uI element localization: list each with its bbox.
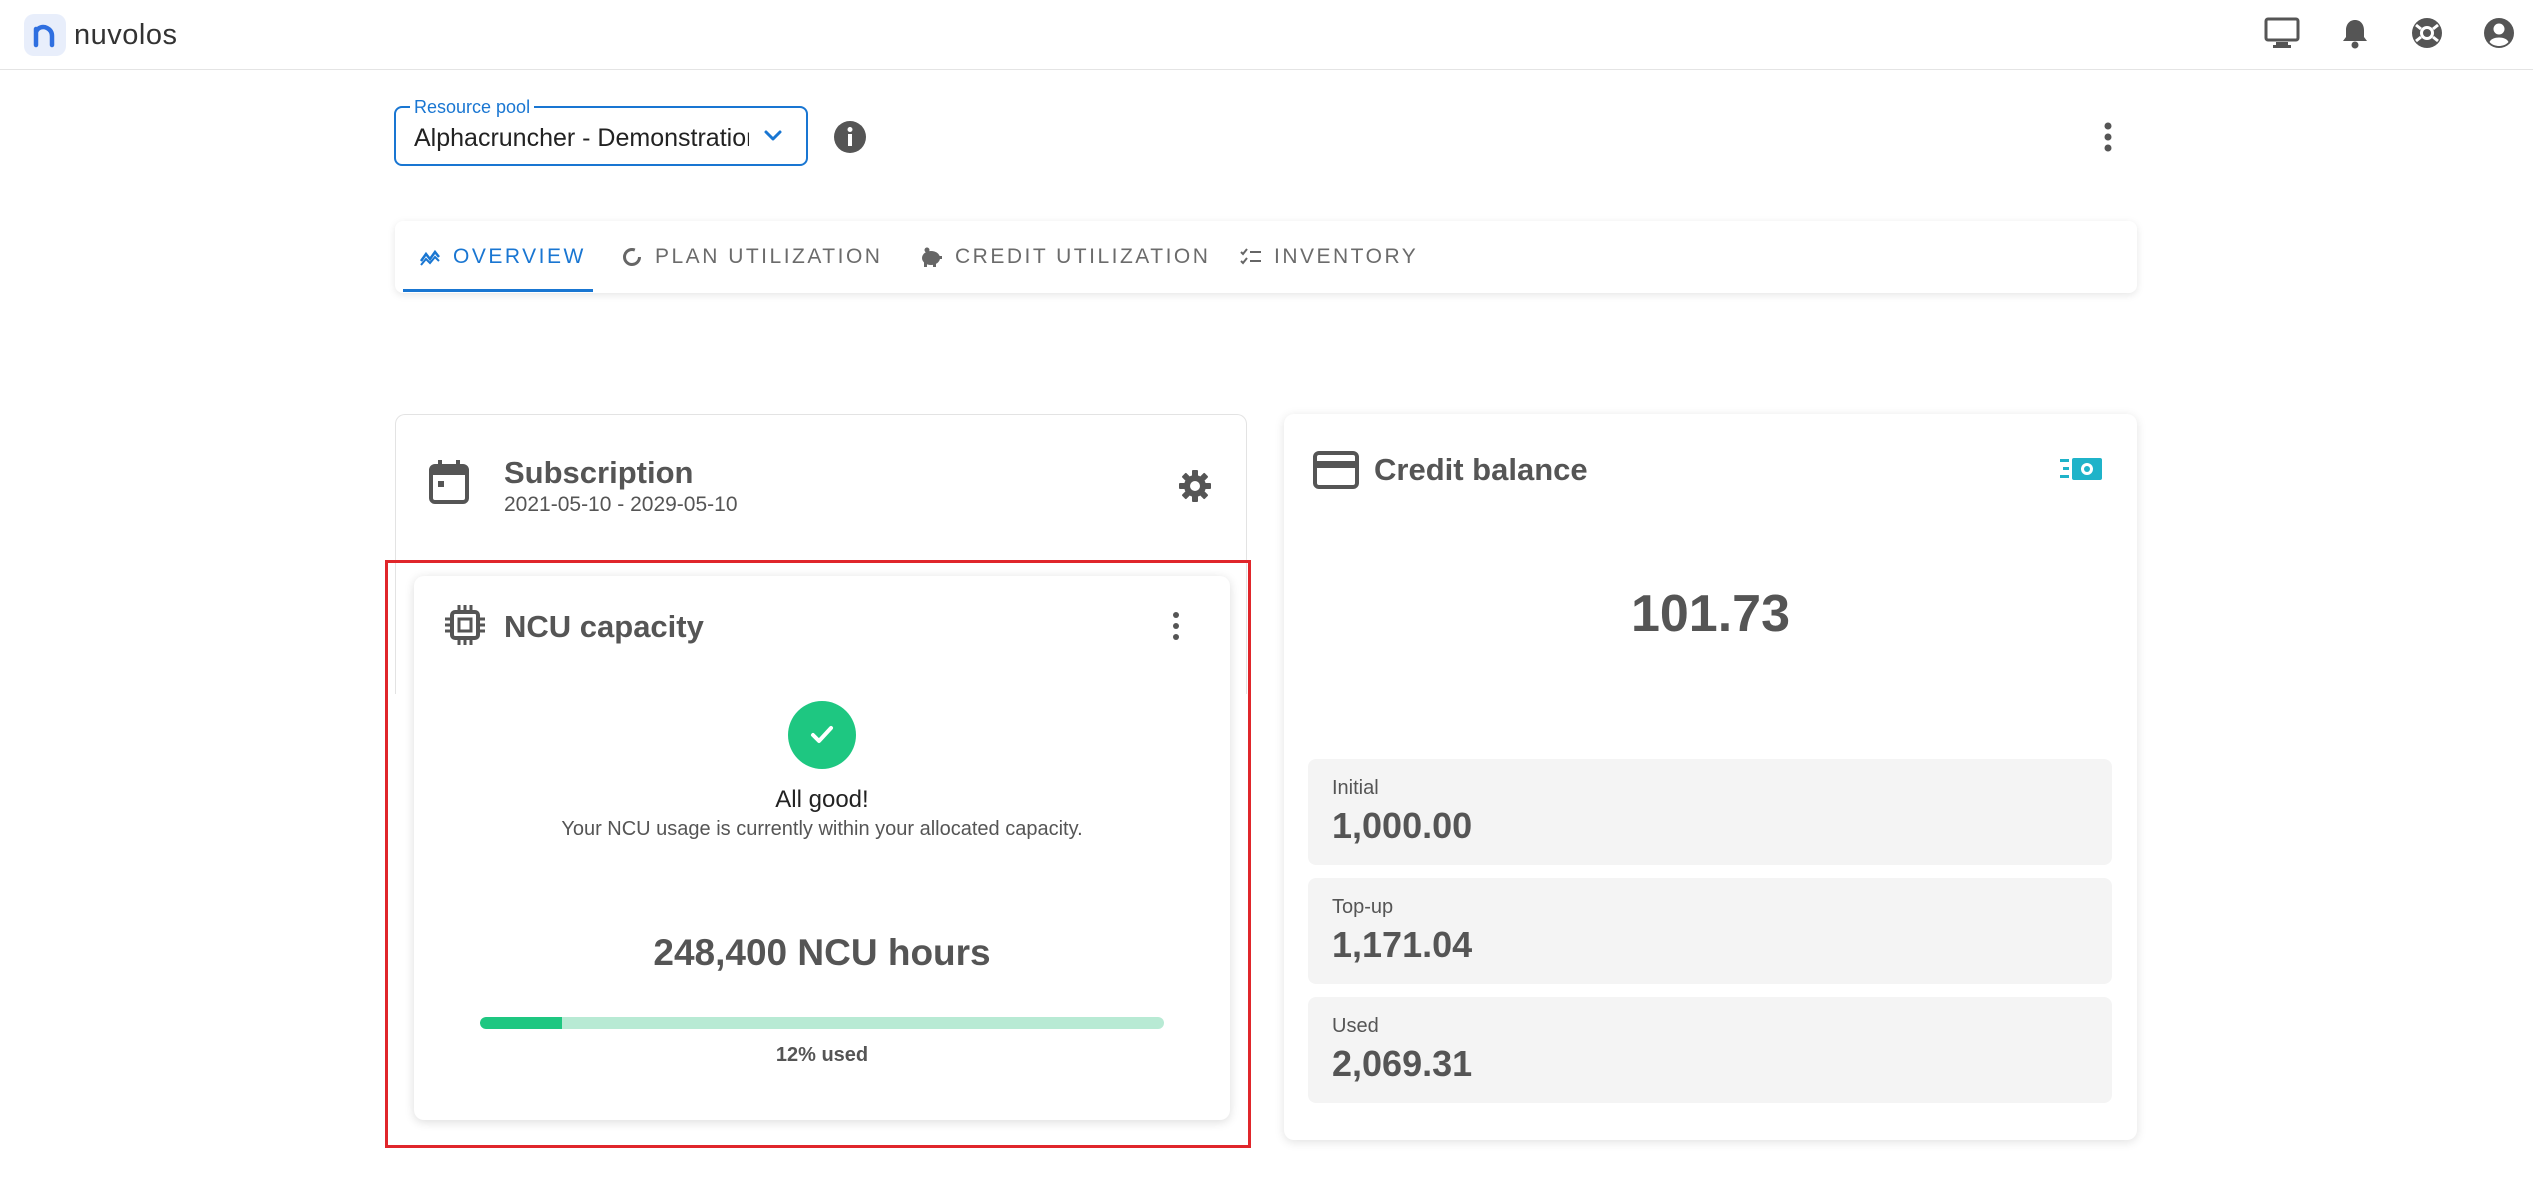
status-message: Your NCU usage is currently within your … (561, 818, 1083, 840)
credit-stat-value: 1,000.00 (1332, 805, 1473, 846)
tab-bar: OVERVIEW PLAN UTILIZATION CREDIT UTILIZA… (395, 221, 2137, 293)
tab-inventory-label: INVENTORY (1274, 245, 1419, 268)
ncu-capacity-card: NCU capacity All good! Your NCU usage is… (414, 576, 1230, 1120)
active-tab-indicator (403, 289, 593, 292)
donut-icon (623, 248, 641, 266)
credit-stat-label: Used (1332, 1015, 1379, 1037)
money-icon[interactable] (2058, 454, 2104, 489)
ncu-usage-progress-bar (480, 1017, 1164, 1029)
checklist-icon (1240, 248, 1261, 265)
credit-stat-initial: Initial 1,000.00 (1308, 759, 2112, 865)
credit-stat-label: Top-up (1332, 896, 1394, 918)
app-name: nuvolos (74, 18, 178, 51)
chevron-down-icon (762, 124, 784, 151)
credit-stat-value: 1,171.04 (1332, 924, 1473, 965)
ncu-used-label: 12% used (775, 1044, 869, 1066)
resource-pool-label: Resource pool (410, 97, 535, 118)
tab-credit-utilization[interactable]: CREDIT UTILIZATION (919, 221, 1210, 293)
tab-credit-utilization-label: CREDIT UTILIZATION (955, 245, 1211, 268)
processor-chip-icon (444, 604, 486, 651)
credit-balance-amount: 101.73 (1630, 585, 1791, 643)
settings-gear-icon[interactable] (1178, 469, 1212, 508)
success-check-icon (788, 701, 856, 769)
tab-plan-utilization-label: PLAN UTILIZATION (655, 245, 883, 268)
app-bar: nuvolos (0, 0, 2533, 70)
account-icon[interactable] (2480, 14, 2518, 52)
subscription-title: Subscription (504, 455, 694, 490)
tab-overview[interactable]: OVERVIEW (419, 221, 586, 293)
tab-overview-label: OVERVIEW (453, 245, 586, 268)
notification-bell-icon[interactable] (2336, 14, 2374, 52)
trend-icon (419, 249, 440, 266)
ncu-capacity-title: NCU capacity (504, 609, 704, 644)
status-title: All good! (775, 786, 869, 813)
ncu-more-menu-icon[interactable] (1166, 610, 1186, 642)
credit-stat-top-up: Top-up 1,171.04 (1308, 878, 2112, 984)
resource-pool-select[interactable]: Resource pool Alphacruncher - Demonstrat… (394, 97, 808, 166)
ncu-hours: 248,400 NCU hours (653, 932, 991, 973)
app-logo[interactable]: nuvolos (24, 14, 177, 56)
tab-inventory[interactable]: INVENTORY (1240, 221, 1418, 293)
subscription-dates: 2021-05-10 - 2029-05-10 (504, 493, 738, 516)
resource-pool-value: Alphacruncher - Demonstration (414, 124, 749, 152)
credit-stat-used: Used 2,069.31 (1308, 997, 2112, 1103)
nuvolos-logo-icon (24, 14, 66, 56)
ncu-usage-progress-fill (480, 1017, 563, 1029)
piggy-bank-icon (922, 247, 942, 267)
credit-stat-value: 2,069.31 (1332, 1043, 1473, 1084)
credit-balance-title: Credit balance (1374, 452, 1588, 487)
info-icon[interactable] (833, 120, 867, 154)
credit-stat-label: Initial (1332, 777, 1379, 799)
calendar-icon (428, 459, 470, 510)
support-lifebuoy-icon[interactable] (2408, 14, 2446, 52)
page-more-menu-icon[interactable] (2094, 118, 2122, 156)
desktop-icon[interactable] (2263, 14, 2301, 52)
credit-card-icon (1312, 450, 1360, 495)
tab-plan-utilization[interactable]: PLAN UTILIZATION (621, 221, 882, 293)
credit-balance-card: Credit balance 101.73 Initial 1,000.00 T… (1284, 414, 2137, 1140)
